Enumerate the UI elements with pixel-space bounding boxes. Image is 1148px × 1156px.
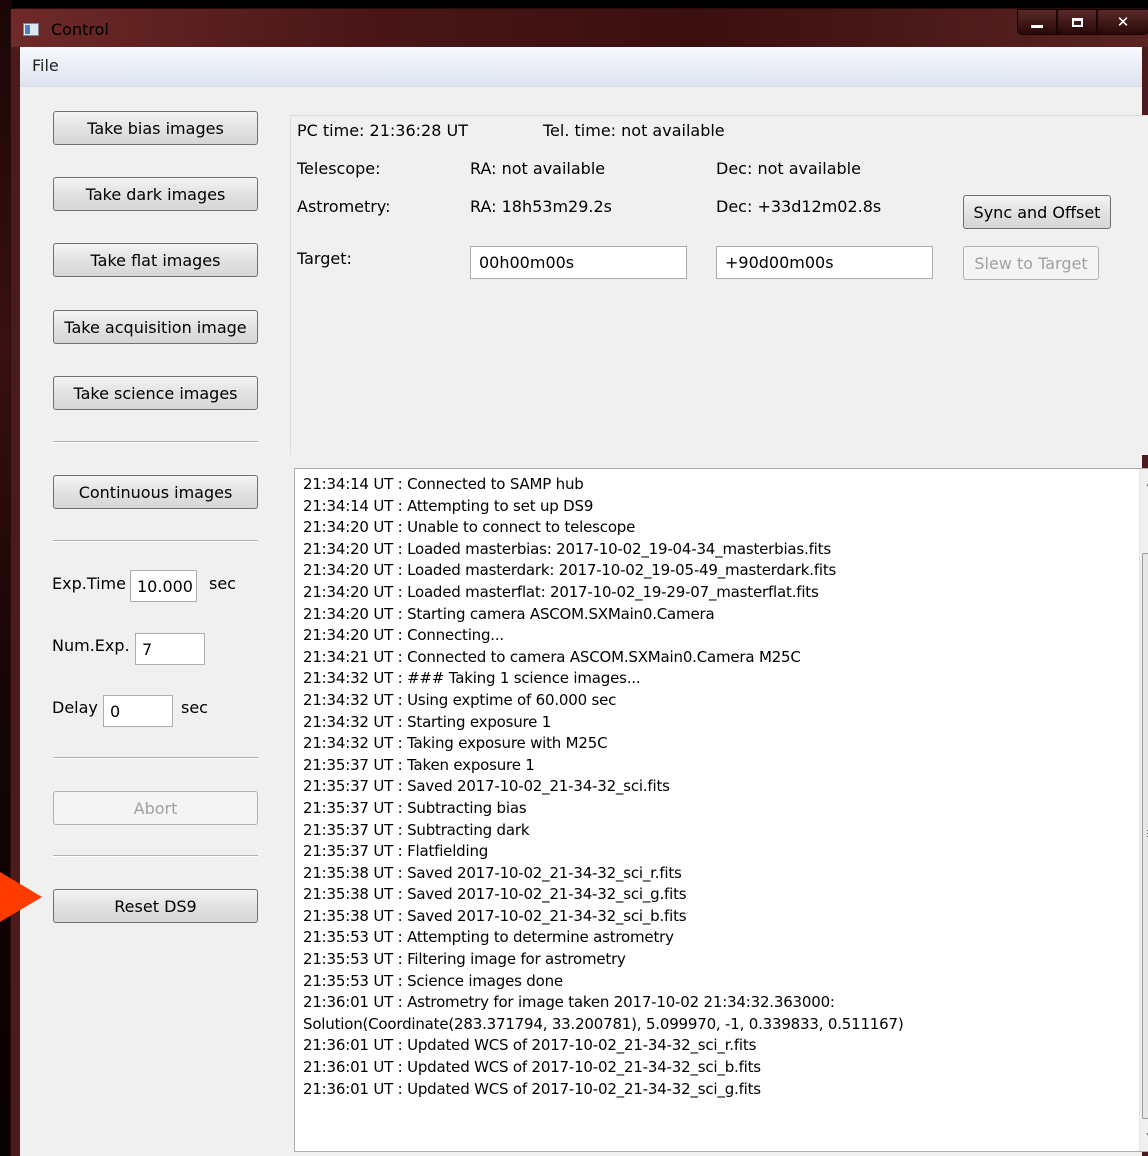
telescope-info-panel: PC time: 21:36:28 UT Tel. time: not avai… <box>290 115 1148 455</box>
astrometry-dec: Dec: +33d12m02.8s <box>716 197 882 216</box>
log-line: 21:36:01 UT : Astrometry for image taken… <box>303 993 835 1012</box>
log-line: 21:35:38 UT : Saved 2017-10-02_21-34-32_… <box>303 885 687 904</box>
log-scrollbar[interactable]: ▲ ▼ <box>1139 469 1148 1151</box>
log-line: 21:34:20 UT : Unable to connect to teles… <box>303 518 636 537</box>
control-window: Control ✕ File Take bias images Take dar… <box>10 8 1148 1156</box>
log-line: 21:34:32 UT : ### Taking 1 science image… <box>303 669 641 688</box>
telescope-label: Telescope: <box>297 159 381 178</box>
log-line: 21:34:32 UT : Taking exposure with M25C <box>303 734 608 753</box>
close-button[interactable]: ✕ <box>1097 9 1148 35</box>
astrometry-ra: RA: 18h53m29.2s <box>470 197 613 216</box>
divider <box>53 855 258 857</box>
menu-file[interactable]: File <box>32 56 59 75</box>
log-output[interactable]: 21:34:14 UT : Connected to SAMP hub 21:34… <box>294 468 1148 1152</box>
reset-ds9-button[interactable]: Reset DS9 <box>53 889 258 923</box>
log-line: 21:36:01 UT : Updated WCS of 2017-10-02_… <box>303 1058 761 1077</box>
log-line: 21:35:37 UT : Saved 2017-10-02_21-34-32_… <box>303 777 670 796</box>
log-line: 21:35:53 UT : Filtering image for astrom… <box>303 950 626 969</box>
log-line: 21:34:32 UT : Starting exposure 1 <box>303 712 552 731</box>
menu-bar: File <box>20 47 1142 87</box>
log-line: 21:34:14 UT : Attempting to set up DS9 <box>303 496 594 515</box>
log-line: 21:35:53 UT : Attempting to determine as… <box>303 928 674 947</box>
red-arrow-annotation <box>0 872 42 922</box>
abort-button[interactable]: Abort <box>53 791 258 825</box>
target-label: Target: <box>297 249 352 268</box>
log-line: 21:34:14 UT : Connected to SAMP hub <box>303 475 584 493</box>
log-line: 21:34:20 UT : Loaded masterdark: 2017-10… <box>303 561 837 580</box>
num-exp-field[interactable]: 7 <box>135 633 205 665</box>
delay-unit: sec <box>181 698 208 717</box>
exp-time-label: Exp.Time <box>52 574 126 593</box>
log-line: 21:35:37 UT : Taken exposure 1 <box>303 755 535 774</box>
divider <box>53 441 258 443</box>
continuous-images-button[interactable]: Continuous images <box>53 475 258 509</box>
client-area: File Take bias images Take dark images T… <box>20 47 1148 1156</box>
tel-time: Tel. time: not available <box>543 121 725 140</box>
target-dec-input[interactable]: +90d00m00s <box>716 246 933 279</box>
left-control-panel: Take bias images Take dark images Take f… <box>30 97 270 1152</box>
log-line: 21:35:53 UT : Science images done <box>303 971 563 990</box>
log-line: 21:35:37 UT : Flatfielding <box>303 842 489 861</box>
telescope-ra: RA: not available <box>470 159 606 178</box>
scroll-up-icon[interactable]: ▲ <box>1140 473 1148 493</box>
take-science-button[interactable]: Take science images <box>53 376 258 410</box>
scroll-thumb[interactable] <box>1142 553 1148 1119</box>
telescope-dec: Dec: not available <box>716 159 861 178</box>
close-icon: ✕ <box>1116 13 1130 31</box>
scroll-down-icon[interactable]: ▼ <box>1140 1127 1148 1147</box>
num-exp-label: Num.Exp. <box>52 636 130 655</box>
take-acquisition-button[interactable]: Take acquisition image <box>53 310 258 344</box>
log-line: 21:34:20 UT : Connecting... <box>303 626 504 645</box>
log-line: 21:34:21 UT : Connected to camera ASCOM.… <box>303 647 801 666</box>
divider <box>53 757 258 759</box>
log-line: Solution(Coordinate(283.371794, 33.20078… <box>303 1014 904 1033</box>
take-flat-button[interactable]: Take flat images <box>53 243 258 277</box>
log-line: 21:34:20 UT : Starting camera ASCOM.SXMa… <box>303 604 715 623</box>
target-ra-input[interactable]: 00h00m00s <box>470 246 687 279</box>
window-title: Control <box>51 20 109 39</box>
take-dark-button[interactable]: Take dark images <box>53 177 258 211</box>
minimize-button[interactable] <box>1017 9 1057 35</box>
maximize-button[interactable] <box>1057 9 1097 35</box>
log-line: 21:36:01 UT : Updated WCS of 2017-10-02_… <box>303 1036 757 1055</box>
astrometry-label: Astrometry: <box>297 197 391 216</box>
log-line: 21:34:20 UT : Loaded masterbias: 2017-10… <box>303 539 831 558</box>
title-bar[interactable]: Control ✕ <box>11 9 1148 47</box>
log-line: 21:34:20 UT : Loaded masterflat: 2017-10… <box>303 582 819 601</box>
log-line: 21:34:32 UT : Using exptime of 60.000 se… <box>303 690 617 709</box>
sync-offset-button[interactable]: Sync and Offset <box>963 195 1111 229</box>
log-line: 21:36:01 UT : Updated WCS of 2017-10-02_… <box>303 1079 761 1098</box>
pc-time: PC time: 21:36:28 UT <box>297 121 468 140</box>
exp-time-field[interactable]: 10.000 <box>130 570 197 602</box>
delay-field[interactable]: 0 <box>103 695 173 727</box>
take-bias-button[interactable]: Take bias images <box>53 111 258 145</box>
log-line: 21:35:37 UT : Subtracting bias <box>303 798 527 817</box>
log-line: 21:35:38 UT : Saved 2017-10-02_21-34-32_… <box>303 906 687 925</box>
minimize-icon <box>1031 24 1043 28</box>
window-app-icon[interactable] <box>23 23 39 36</box>
log-line: 21:35:38 UT : Saved 2017-10-02_21-34-32_… <box>303 863 682 882</box>
maximize-icon <box>1071 17 1083 27</box>
delay-label: Delay <box>52 698 98 717</box>
log-line: 21:35:37 UT : Subtracting dark <box>303 820 530 839</box>
window-controls: ✕ <box>1017 9 1148 35</box>
log-text: 21:34:14 UT : Connected to SAMP hub 21:34… <box>303 474 1123 1100</box>
exp-time-unit: sec <box>209 574 236 593</box>
divider <box>53 540 258 542</box>
slew-target-button[interactable]: Slew to Target <box>963 246 1099 280</box>
